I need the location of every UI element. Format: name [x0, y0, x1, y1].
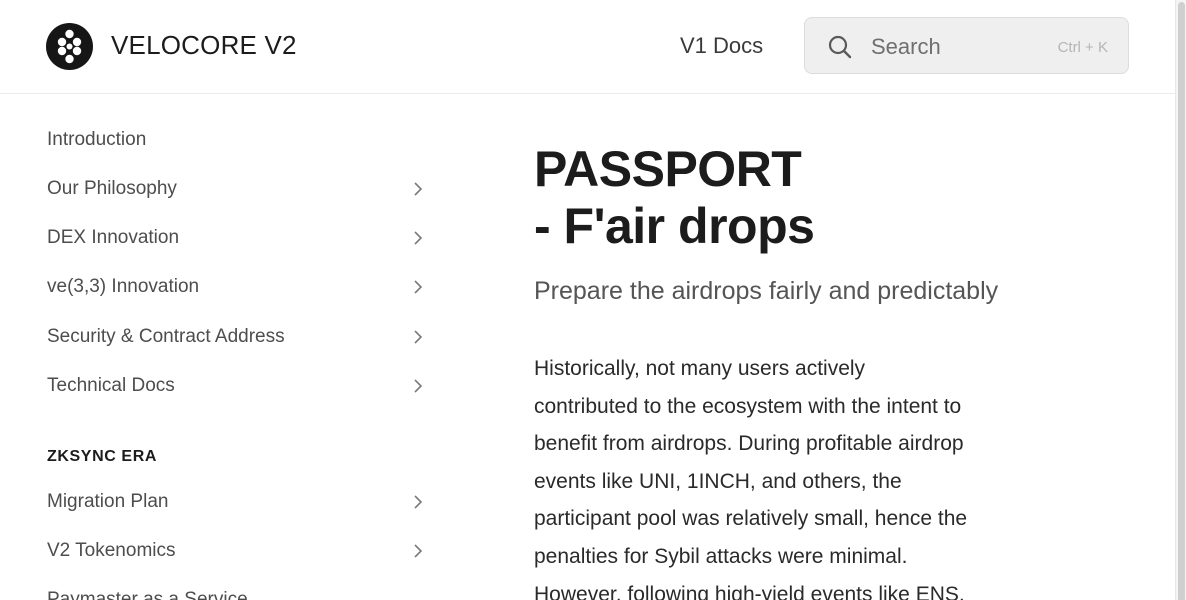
sidebar-item-label: Our Philosophy [47, 178, 177, 199]
page-title-line: - F'air drops [534, 198, 815, 254]
search-icon [828, 35, 852, 59]
search-placeholder: Search [871, 34, 941, 59]
body-paragraph: Historically, not many users actively co… [534, 350, 1064, 600]
sidebar-item-introduction[interactable]: Introduction [47, 123, 427, 157]
page-scrollbar[interactable] [1175, 0, 1186, 600]
chevron-right-icon[interactable] [413, 230, 423, 246]
chevron-right-icon[interactable] [413, 543, 423, 559]
sidebar-section-heading: ZKSYNC ERA [47, 448, 158, 465]
sidebar-item-label: DEX Innovation [47, 227, 180, 248]
sidebar-item-label: Introduction [47, 129, 147, 150]
page-subtitle: Prepare the airdrops fairly and predicta… [534, 277, 999, 305]
velocore-logo-icon[interactable] [46, 23, 93, 70]
chevron-right-icon[interactable] [413, 279, 423, 295]
sidebar-item-v2-tokenomics[interactable]: V2 Tokenomics [47, 534, 427, 568]
sidebar-item-label: Security & Contract Address [47, 326, 285, 347]
sidebar-item-dex-innovation[interactable]: DEX Innovation [47, 221, 427, 255]
paragraph-line: benefit from airdrops. During profitable… [534, 432, 964, 456]
sidebar-item-label: Technical Docs [47, 375, 175, 396]
sidebar-item-ve33-innovation[interactable]: ve(3,3) Innovation [47, 270, 427, 304]
page-title: PASSPORT - F'air drops [534, 141, 815, 255]
chevron-right-icon[interactable] [413, 378, 423, 394]
brand-name[interactable]: VELOCORE V2 [111, 30, 297, 61]
sidebar-item-our-philosophy[interactable]: Our Philosophy [47, 172, 427, 206]
sidebar-nav: Introduction Our Philosophy DEX Innovati… [0, 95, 470, 600]
paragraph-line: participant pool was relatively small, h… [534, 507, 968, 531]
sidebar-item-security-contract-address[interactable]: Security & Contract Address [47, 320, 427, 354]
page-title-line: PASSPORT [534, 141, 802, 197]
paragraph-line: events like UNI, 1INCH, and others, the [534, 469, 902, 493]
chevron-right-icon[interactable] [413, 494, 423, 510]
v1-docs-link[interactable]: V1 Docs [680, 33, 763, 59]
sidebar-item-label: V2 Tokenomics [47, 540, 176, 561]
paragraph-line: However, following high-yield events lik… [534, 582, 965, 600]
sidebar-item-technical-docs[interactable]: Technical Docs [47, 369, 427, 403]
scrollbar-thumb[interactable] [1178, 2, 1185, 600]
paragraph-line: Historically, not many users actively [534, 357, 866, 380]
search-input[interactable]: Search Ctrl + K [804, 17, 1129, 74]
sidebar-item-paymaster-as-a-service[interactable]: Paymaster as a Service [47, 583, 427, 600]
sidebar-item-label: ve(3,3) Innovation [47, 276, 200, 297]
main-content: PASSPORT - F'air drops Prepare the airdr… [534, 95, 1134, 600]
sidebar-item-label: Migration Plan [47, 491, 169, 512]
sidebar-item-migration-plan[interactable]: Migration Plan [47, 485, 427, 519]
chevron-right-icon[interactable] [413, 329, 423, 345]
chevron-right-icon[interactable] [413, 181, 423, 197]
sidebar-item-label: Paymaster as a Service [47, 589, 248, 600]
paragraph-line: penalties for Sybil attacks were minimal… [534, 544, 908, 568]
top-header: VELOCORE V2 V1 Docs Search Ctrl + K [0, 0, 1175, 94]
search-shortcut-hint: Ctrl + K [1057, 39, 1108, 56]
paragraph-line: contributed to the ecosystem with the in… [534, 394, 962, 418]
